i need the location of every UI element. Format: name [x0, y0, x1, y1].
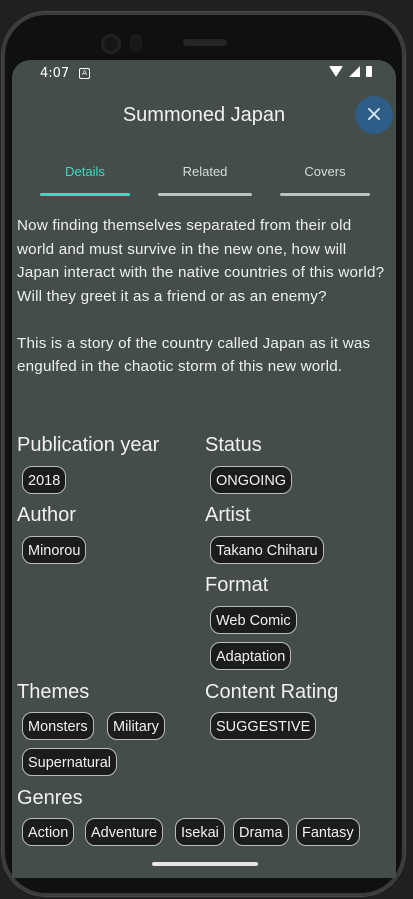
genre-chip[interactable]: Isekai: [175, 818, 225, 846]
battery-icon: [366, 66, 372, 77]
description-paragraph: This is a story of the country called Ja…: [17, 334, 371, 376]
theme-chip[interactable]: Supernatural: [22, 748, 118, 776]
format-chip[interactable]: Web Comic: [210, 606, 297, 634]
tab-related[interactable]: Related: [158, 162, 252, 196]
author-chip[interactable]: Minorou: [22, 536, 87, 564]
tab-indicator: [280, 193, 370, 196]
signal-icon: [349, 66, 360, 77]
theme-chip[interactable]: Military: [107, 712, 165, 740]
genre-chip[interactable]: Action: [22, 818, 75, 846]
artist-label: Artist: [205, 504, 251, 526]
screen: 4:07 A Summoned Japan × Details Related …: [12, 60, 396, 878]
tab-indicator: [158, 193, 252, 196]
theme-chip[interactable]: Monsters: [22, 712, 94, 740]
close-button[interactable]: ×: [355, 96, 393, 134]
sensor-icon: [130, 34, 142, 52]
tab-label: Covers: [304, 164, 346, 179]
notification-icon: A: [79, 68, 90, 79]
tab-covers[interactable]: Covers: [280, 162, 370, 196]
tab-label: Related: [182, 164, 228, 179]
content-rating-chip[interactable]: SUGGESTIVE: [210, 712, 317, 740]
format-chip[interactable]: Adaptation: [210, 642, 292, 670]
tab-details[interactable]: Details: [40, 162, 130, 196]
tab-bar: Details Related Covers: [12, 162, 396, 198]
status-bar: 4:07 A: [12, 60, 396, 88]
tab-label: Details: [65, 164, 105, 179]
page-title: Summoned Japan: [122, 104, 286, 126]
status-icons: [329, 66, 372, 77]
format-label: Format: [205, 574, 269, 596]
genre-chip[interactable]: Fantasy: [296, 818, 360, 846]
themes-label: Themes: [17, 681, 90, 703]
status-time: 4:07: [40, 66, 70, 81]
speaker-grille: [183, 39, 227, 46]
genre-chip[interactable]: Drama: [233, 818, 289, 846]
gesture-nav-bar[interactable]: [152, 862, 258, 866]
phone-frame: 4:07 A Summoned Japan × Details Related …: [0, 0, 413, 899]
camera-icon: [101, 34, 121, 54]
status-label: Status: [205, 434, 262, 456]
content-rating-label: Content Rating: [205, 681, 339, 703]
genre-chip[interactable]: Adventure: [85, 818, 164, 846]
status-chip[interactable]: ONGOING: [210, 466, 293, 494]
publication-year-chip[interactable]: 2018: [22, 466, 67, 494]
publication-year-label: Publication year: [17, 434, 160, 456]
artist-chip[interactable]: Takano Chiharu: [210, 536, 324, 564]
close-icon: ×: [364, 102, 384, 127]
description: Now finding themselves separated from th…: [17, 214, 389, 379]
description-paragraph: Now finding themselves separated from th…: [17, 217, 385, 305]
wifi-icon: [329, 66, 343, 77]
genres-label: Genres: [17, 787, 83, 809]
tab-indicator: [40, 193, 130, 196]
author-label: Author: [17, 504, 76, 526]
